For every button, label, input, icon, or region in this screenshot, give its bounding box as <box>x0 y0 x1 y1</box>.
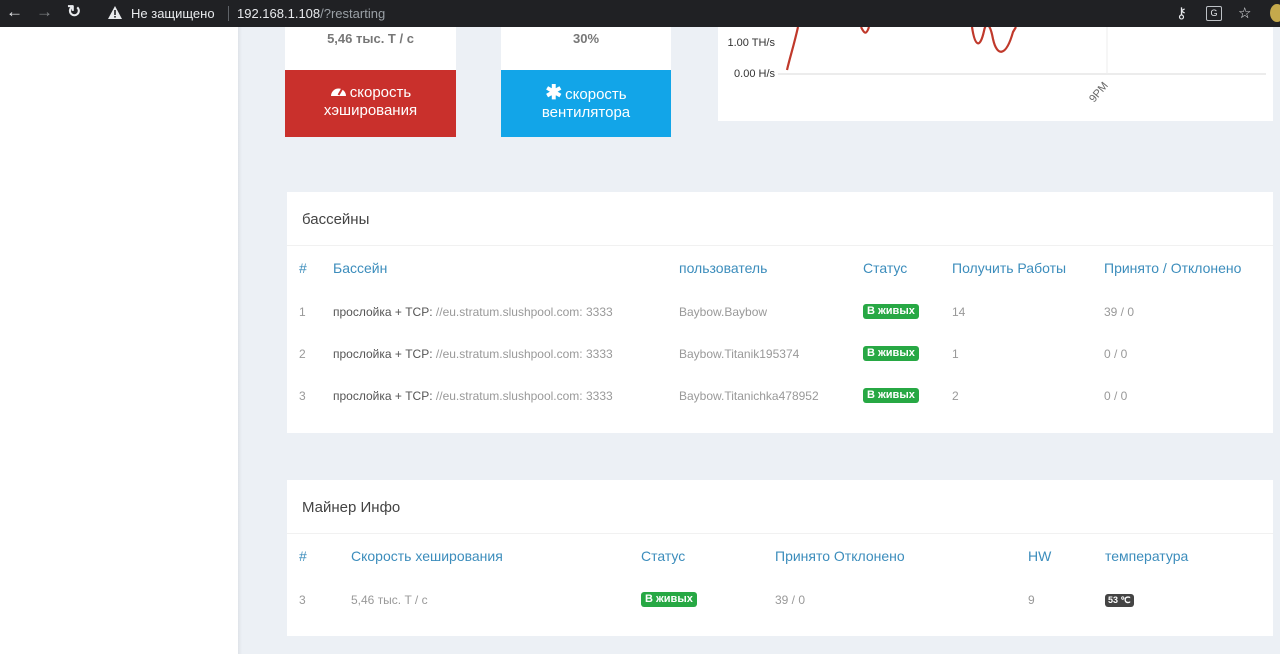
hashrate-value: 5,46 тыс. T / с <box>327 31 414 46</box>
translate-icon[interactable]: G <box>1206 6 1222 21</box>
fan-label-1: скорость <box>565 86 627 103</box>
col-header-hw[interactable]: HW <box>1028 548 1051 564</box>
col-header-pool[interactable]: Бассейн <box>333 260 387 276</box>
hashrate-chart: 1.00 TH/s 0.00 H/s 9PM <box>728 23 1266 105</box>
status-badge: В живых <box>863 346 919 361</box>
fan-value: 30% <box>572 31 600 46</box>
miner-divider <box>287 533 1273 534</box>
hashrate-stat-box: 5,46 тыс. T / с скорость хэширования <box>285 27 456 137</box>
miner-info-panel: Майнер Инфо # Скорость хеширования Стату… <box>287 480 1273 636</box>
fan-stat-box: 30% ✱ скорость вентилятора <box>501 27 671 137</box>
browser-toolbar: ← → ↻ Не защищено 192.168.1.108/?restart… <box>0 0 1280 27</box>
table-cell-user: Baybow.Titanichka478952 <box>679 389 819 403</box>
warning-icon <box>108 6 122 19</box>
col-header-works[interactable]: Получить Работы <box>952 260 1066 276</box>
url-path: /?restarting <box>320 6 386 21</box>
table-cell-accepted: 39 / 0 <box>1104 305 1135 319</box>
table-cell-pool: прослойка + TCP: //eu.stratum.slushpool.… <box>333 347 613 361</box>
fan-footer[interactable]: ✱ скорость вентилятора <box>501 70 671 137</box>
table-cell-accepted: 39 / 0 <box>775 593 806 607</box>
pool-address: //eu.stratum.slushpool.com: 3333 <box>435 305 613 319</box>
pools-title: бассейны <box>302 211 370 228</box>
table-cell-num: 1 <box>299 305 306 319</box>
table-cell-works: 1 <box>952 347 959 361</box>
miner-info-title: Майнер Инфо <box>302 499 401 516</box>
back-arrow-icon[interactable]: ← <box>6 2 23 22</box>
pools-panel: бассейны # Бассейн пользователь Статус П… <box>287 192 1273 433</box>
table-cell-user: Baybow.Baybow <box>679 305 768 319</box>
y-tick-label: 1.00 TH/s <box>728 37 776 49</box>
table-cell-num: 2 <box>299 347 306 361</box>
table-cell-works: 14 <box>952 305 966 319</box>
x-tick-label: 9PM <box>1087 80 1111 105</box>
col-header-status[interactable]: Статус <box>863 260 907 276</box>
pools-divider <box>287 245 1273 246</box>
pool-address: //eu.stratum.slushpool.com: 3333 <box>435 389 613 403</box>
url-host: 192.168.1.108 <box>237 6 321 21</box>
pool-protocol: прослойка + TCP: <box>333 305 433 319</box>
hashrate-label-2: хэширования <box>323 102 418 119</box>
temperature-badge: 53 ℃ <box>1105 594 1134 607</box>
col-header-num[interactable]: # <box>299 260 307 276</box>
forward-arrow-icon[interactable]: → <box>36 2 53 22</box>
col-header-accepted[interactable]: Принято Отклонено <box>775 548 905 564</box>
table-cell-hw: 9 <box>1028 593 1035 607</box>
y-tick-label: 0.00 H/s <box>734 68 775 80</box>
table-cell-accepted: 0 / 0 <box>1104 347 1128 361</box>
status-badge: В живых <box>641 592 697 607</box>
table-cell-num: 3 <box>299 593 306 607</box>
url-divider <box>228 6 229 21</box>
pool-protocol: прослойка + TCP: <box>333 347 433 361</box>
col-header-accepted[interactable]: Принято / Отклонено <box>1104 260 1241 276</box>
key-icon[interactable]: ⚷ <box>1176 4 1187 22</box>
table-cell-pool: прослойка + TCP: //eu.stratum.slushpool.… <box>333 305 613 319</box>
hashrate-series-line <box>785 23 1017 71</box>
status-badge: В живых <box>863 304 919 319</box>
col-header-status[interactable]: Статус <box>641 548 685 564</box>
table-cell-pool: прослойка + TCP: //eu.stratum.slushpool.… <box>333 389 613 403</box>
security-status[interactable]: Не защищено <box>131 6 215 21</box>
pool-address: //eu.stratum.slushpool.com: 3333 <box>435 347 613 361</box>
table-cell-hashrate: 5,46 тыс. T / с <box>351 593 428 607</box>
hashrate-label-1: скорость <box>349 84 412 101</box>
col-header-temperature[interactable]: температура <box>1105 548 1188 564</box>
address-bar[interactable]: 192.168.1.108/?restarting <box>237 6 385 21</box>
col-header-user[interactable]: пользователь <box>679 260 767 276</box>
col-header-num[interactable]: # <box>299 548 307 564</box>
hashrate-chart-card: 1.00 TH/s 0.00 H/s 9PM <box>718 23 1273 121</box>
asterisk-icon: ✱ <box>545 82 563 104</box>
profile-icon[interactable] <box>1270 4 1280 22</box>
table-cell-accepted: 0 / 0 <box>1104 389 1128 403</box>
reload-icon[interactable]: ↻ <box>67 2 81 22</box>
table-cell-num: 3 <box>299 389 306 403</box>
hashrate-footer[interactable]: скорость хэширования <box>285 70 456 137</box>
left-sidebar <box>0 27 238 654</box>
col-header-hashrate[interactable]: Скорость хеширования <box>351 548 503 564</box>
table-cell-works: 2 <box>952 389 959 403</box>
bookmark-star-icon[interactable]: ☆ <box>1238 4 1251 22</box>
fan-label-2: вентилятора <box>541 104 631 121</box>
table-cell-user: Baybow.Titanik195374 <box>679 347 800 361</box>
status-badge: В живых <box>863 388 919 403</box>
pool-protocol: прослойка + TCP: <box>333 389 433 403</box>
speedometer-icon <box>330 84 347 102</box>
sidebar-edge <box>238 27 242 654</box>
